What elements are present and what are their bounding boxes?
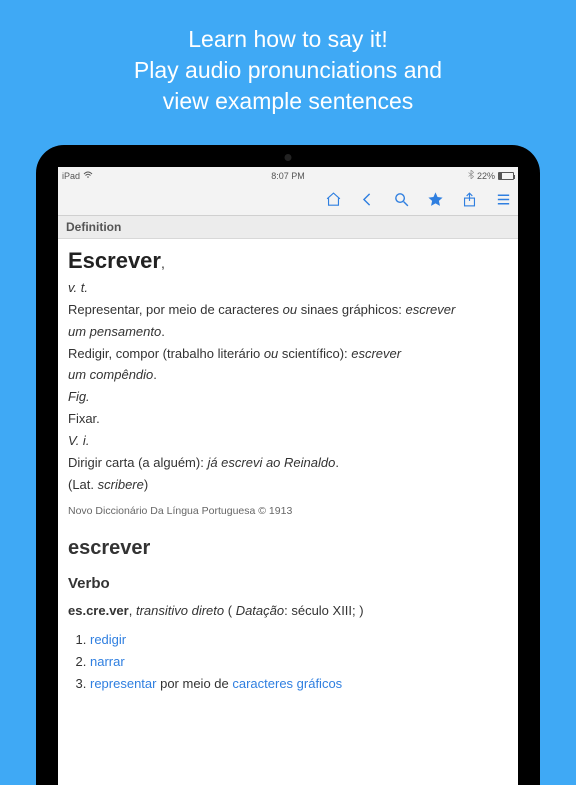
toolbar [58,184,518,216]
part-of-speech-heading: Verbo [68,573,508,595]
def-ital: escrever [405,302,455,317]
headword: Escrever [68,248,161,273]
headword: escrever [68,534,508,563]
def-ital: já escrevi ao Reinaldo [207,455,335,470]
wifi-icon [83,171,93,181]
label-fig: Fig. [68,388,508,407]
sep: , [129,603,136,618]
section-header: Definition [58,216,518,239]
def-ital: ou [283,302,297,317]
definition-line: Fixar. [68,410,508,429]
definition-line: um pensamento. [68,323,508,342]
def-text: Representar, por meio de caracteres [68,302,283,317]
sense-text: por meio de [156,676,232,691]
battery-icon [498,172,514,180]
definition-line: Representar, por meio de caracteres ou s… [68,301,508,320]
definition-line: Dirigir carta (a alguém): já escrevi ao … [68,454,508,473]
headword-comma: , [161,255,165,271]
carrier-label: iPad [62,171,80,181]
def-ital: um pensamento [68,324,161,339]
def-text: Redigir, compor (trabalho literário [68,346,264,361]
part-of-speech: V. i. [68,432,508,451]
favorite-icon[interactable] [426,191,444,209]
sense-link[interactable]: representar [90,676,156,691]
sense-link[interactable]: redigir [90,632,126,647]
device-frame: iPad 8:07 PM 22% [36,145,540,785]
def-text: Dirigir carta (a alguém): [68,455,207,470]
sense-item: representar por meio de caracteres gráfi… [90,675,508,694]
back-icon[interactable] [358,191,376,209]
def-ital: um compêndio [68,367,153,382]
def-text: . [335,455,339,470]
content-area: Escrever, v. t. Representar, por meio de… [58,239,518,709]
definition-line: um compêndio. [68,366,508,385]
entry-block: Escrever, v. t. Representar, por meio de… [68,245,508,520]
def-ital: escrever [351,346,401,361]
screen: iPad 8:07 PM 22% [58,167,518,785]
sense-link[interactable]: caracteres gráficos [232,676,342,691]
promo-line: Play audio pronunciations and [20,55,556,86]
dating-value: : século XIII; ) [284,603,363,618]
dating-label: Datação [236,603,284,618]
promo-text: Learn how to say it! Play audio pronunci… [0,0,576,145]
promo-line: view example sentences [20,86,556,117]
def-ital: ou [264,346,278,361]
clock: 8:07 PM [271,171,305,181]
def-text: . [153,367,157,382]
menu-icon[interactable] [494,191,512,209]
status-bar: iPad 8:07 PM 22% [58,167,518,184]
def-text: sinaes gráphicos: [297,302,405,317]
home-icon[interactable] [324,191,342,209]
syllabification-line: es.cre.ver, transitivo direto ( Datação:… [68,602,508,621]
etym-text: (Lat. [68,477,98,492]
battery-pct: 22% [477,171,495,181]
senses-list: redigir narrar representar por meio de c… [90,631,508,694]
search-icon[interactable] [392,191,410,209]
sense-link[interactable]: narrar [90,654,125,669]
etym-word: scribere [98,477,144,492]
syllabification: es.cre.ver [68,603,129,618]
def-text: scientífico): [278,346,351,361]
dating-open: ( [224,603,236,618]
part-of-speech: v. t. [68,279,508,298]
grammar-note: transitivo direto [136,603,224,618]
share-icon[interactable] [460,191,478,209]
sense-item: narrar [90,653,508,672]
etym-text: ) [144,477,148,492]
device-camera [285,154,292,161]
definition-line: Redigir, compor (trabalho literário ou s… [68,345,508,364]
sense-item: redigir [90,631,508,650]
def-text: . [161,324,165,339]
entry-block: escrever Verbo es.cre.ver, transitivo di… [68,534,508,694]
promo-line: Learn how to say it! [20,24,556,55]
etymology: (Lat. scribere) [68,476,508,495]
copyright: Novo Diccionário Da Língua Portuguesa © … [68,504,508,519]
bluetooth-icon [468,170,474,181]
